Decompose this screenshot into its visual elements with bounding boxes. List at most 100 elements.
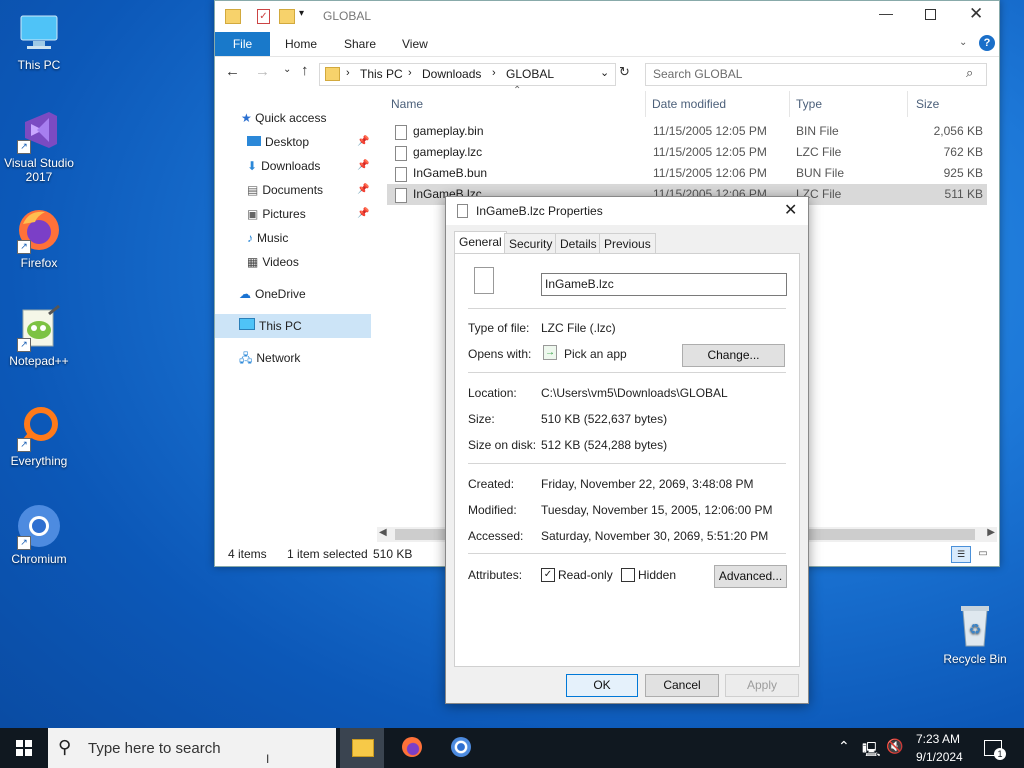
tab-file[interactable]: File (215, 32, 270, 56)
breadcrumb-global[interactable]: GLOBAL (506, 67, 554, 81)
column-divider[interactable] (789, 91, 790, 117)
change-button[interactable]: Change... (682, 344, 785, 367)
breadcrumb-downloads[interactable]: Downloads (422, 67, 481, 81)
shortcut-arrow-icon: ↗ (17, 240, 31, 254)
start-windows-icon[interactable] (16, 740, 32, 756)
column-divider[interactable] (907, 91, 908, 117)
maximize-icon[interactable] (925, 9, 936, 20)
taskbar-search-input[interactable]: Type here to search (88, 740, 221, 757)
cancel-button[interactable]: Cancel (645, 674, 719, 697)
tab-share[interactable]: Share (344, 37, 376, 51)
table-row[interactable]: gameplay.lzc 11/15/2005 12:05 PM LZC Fil… (387, 142, 987, 163)
column-header-type[interactable]: Type (796, 97, 822, 111)
readonly-label[interactable]: Read-only (558, 568, 613, 582)
nav-documents[interactable]: ▤ Documents (247, 180, 323, 200)
new-folder-quick-icon[interactable] (279, 9, 295, 24)
scroll-left-icon[interactable]: ◀ (379, 527, 387, 538)
desktop-icon-chromium[interactable]: ↗ Chromium (1, 502, 77, 566)
taskbar-file-explorer[interactable] (340, 728, 384, 768)
tab-general[interactable]: General (454, 231, 507, 254)
desktop-icon-visual-studio[interactable]: ↗ Visual Studio 2017 (1, 106, 77, 184)
desktop-icon-notepadpp[interactable]: ↗ Notepad++ (1, 304, 77, 368)
forward-arrow-icon[interactable]: → (255, 63, 270, 80)
tab-previous-versions[interactable]: Previous Versions (599, 233, 656, 271)
nav-label: Downloads (261, 159, 321, 173)
show-hidden-icons-chevron-icon[interactable]: ⌃ (838, 738, 850, 755)
tab-view[interactable]: View (402, 37, 428, 51)
advanced-button[interactable]: Advanced... (714, 565, 787, 588)
search-box[interactable]: Search GLOBAL ⌕ (645, 63, 987, 86)
filename-field[interactable]: InGameB.lzc (541, 273, 787, 296)
taskbar-chromium[interactable] (439, 728, 483, 768)
hidden-label[interactable]: Hidden (638, 568, 676, 582)
address-dropdown-icon[interactable]: ⌄ (600, 66, 609, 79)
clock-time[interactable]: 7:23 AM (916, 732, 960, 746)
close-icon[interactable]: ✕ (784, 200, 797, 220)
table-row[interactable]: InGameB.bun 11/15/2005 12:06 PM BUN File… (387, 163, 987, 184)
minimize-icon[interactable]: — (879, 5, 893, 21)
pin-icon[interactable]: 📌 (357, 208, 369, 219)
search-input[interactable]: Search GLOBAL (653, 67, 742, 81)
clock-date[interactable]: 9/1/2024 (916, 750, 963, 764)
desktop-icon-this-pc[interactable]: This PC (1, 8, 77, 72)
customize-toolbar-icon[interactable]: ▾ (299, 8, 304, 19)
desktop-icon-recycle-bin[interactable]: ♻ Recycle Bin (936, 602, 1014, 666)
pin-icon[interactable]: 📌 (357, 136, 369, 147)
properties-quick-icon[interactable]: ✓ (257, 9, 270, 24)
nav-network[interactable]: 🖧 Network (239, 348, 300, 368)
item-count: 4 items (228, 547, 267, 561)
nav-downloads[interactable]: ⬇ Downloads (247, 156, 320, 176)
hidden-checkbox[interactable] (621, 568, 635, 582)
column-header-date[interactable]: Date modified (652, 97, 726, 111)
nav-this-pc[interactable]: This PC (239, 316, 302, 336)
recent-locations-icon[interactable]: ⌄ (283, 64, 291, 75)
nav-onedrive[interactable]: ☁ OneDrive (239, 284, 306, 304)
help-icon[interactable]: ? (979, 35, 995, 51)
nav-music[interactable]: ♪ Music (247, 228, 288, 248)
nav-videos[interactable]: ▦ Videos (247, 252, 299, 272)
pin-icon[interactable]: 📌 (357, 184, 369, 195)
back-arrow-icon[interactable]: ← (225, 63, 240, 80)
apply-button[interactable]: Apply (725, 674, 799, 697)
attributes-label: Attributes: (468, 568, 523, 582)
breadcrumb-separator-icon: › (408, 67, 412, 79)
column-header-name[interactable]: Name (391, 97, 423, 111)
expand-ribbon-icon[interactable]: ⌄ (959, 37, 967, 48)
column-header-size[interactable]: Size (916, 97, 939, 111)
column-divider[interactable] (645, 91, 646, 117)
taskbar-search-box[interactable]: ⚲ Type here to search I (48, 728, 336, 768)
recycle-bin-icon: ♻ (951, 602, 999, 650)
music-icon: ♪ (247, 231, 253, 245)
nav-pictures[interactable]: ▣ Pictures (247, 204, 306, 224)
address-bar[interactable]: › This PC › Downloads › GLOBAL ⌄ (319, 63, 616, 86)
dialog-title-bar[interactable]: InGameB.lzc Properties ✕ (446, 197, 808, 225)
tab-details[interactable]: Details (555, 233, 602, 254)
tab-security[interactable]: Security (504, 233, 558, 254)
close-icon[interactable]: ✕ (969, 4, 983, 24)
nav-quick-access[interactable]: ★ Quick access (241, 108, 326, 128)
readonly-checkbox[interactable]: ✓ (541, 568, 555, 582)
breadcrumb-this-pc[interactable]: This PC (360, 67, 403, 81)
file-date: 11/15/2005 12:05 PM (653, 145, 767, 159)
ok-button[interactable]: OK (566, 674, 638, 697)
scroll-right-icon[interactable]: ▶ (987, 527, 995, 538)
large-icons-view-icon[interactable]: ▭ (975, 546, 991, 561)
details-view-icon[interactable]: ☰ (951, 546, 971, 563)
desktop-icon-everything[interactable]: ↗ Everything (1, 404, 77, 468)
modified-value: Tuesday, November 15, 2005, 12:06:00 PM (541, 503, 773, 517)
desktop-icon-firefox[interactable]: ↗ Firefox (1, 206, 77, 270)
taskbar-firefox[interactable] (390, 728, 434, 768)
up-arrow-icon[interactable]: ↑ (301, 62, 309, 79)
refresh-icon[interactable]: ↻ (619, 64, 630, 80)
pin-icon[interactable]: 📌 (357, 160, 369, 171)
volume-muted-icon[interactable]: 🔇 (886, 738, 903, 755)
table-row[interactable]: gameplay.bin 11/15/2005 12:05 PM BIN Fil… (387, 121, 987, 142)
properties-dialog[interactable]: InGameB.lzc Properties ✕ General Securit… (445, 196, 809, 704)
network-status-icon[interactable]: 🖳 (862, 739, 881, 763)
tab-home[interactable]: Home (285, 37, 317, 51)
file-name: gameplay.bin (413, 124, 484, 138)
accessed-value: Saturday, November 30, 2069, 5:51:20 PM (541, 529, 769, 543)
nav-desktop[interactable]: Desktop (247, 132, 309, 152)
computer-icon (239, 318, 255, 330)
title-bar[interactable]: ✓ ▾ GLOBAL — ✕ (215, 1, 999, 32)
